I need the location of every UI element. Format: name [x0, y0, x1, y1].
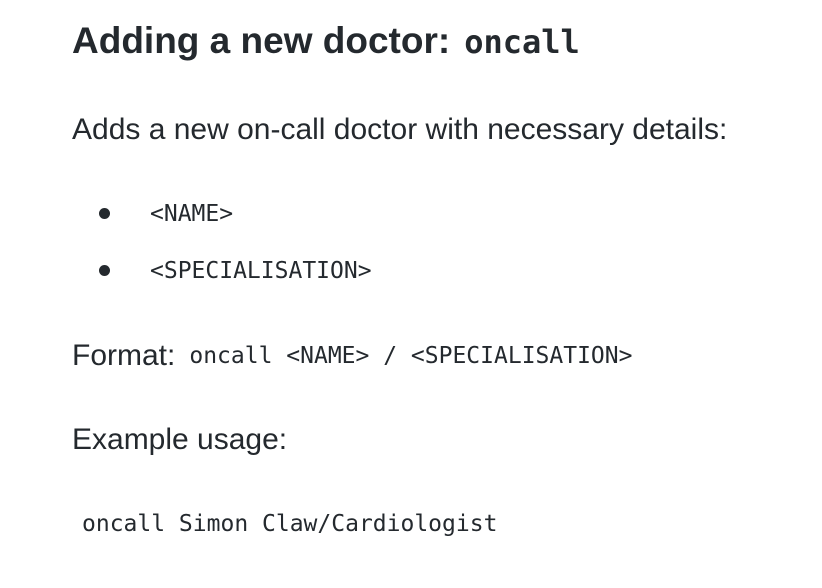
parameter-list: <NAME> <SPECIALISATION>: [72, 192, 372, 306]
description-text: Adds a new on-call doctor with necessary…: [72, 113, 728, 146]
format-line: Format: oncall <NAME> / <SPECIALISATION>: [72, 334, 632, 380]
parameter-specialisation: <SPECIALISATION>: [150, 258, 372, 284]
example-label: Example usage:: [72, 423, 288, 456]
title-text: Adding a new doctor:: [72, 20, 451, 61]
format-label: Format:: [72, 339, 176, 372]
list-item: <NAME>: [72, 192, 372, 249]
parameter-name: <NAME>: [150, 201, 234, 227]
format-code: oncall <NAME> / <SPECIALISATION>: [189, 343, 633, 369]
list-item: <SPECIALISATION>: [72, 249, 372, 306]
bullet-icon: [99, 265, 110, 276]
bullet-icon: [99, 208, 110, 219]
documentation-page: Adding a new doctor: oncall Adds a new on…: [0, 0, 822, 588]
title-command-code: oncall: [464, 23, 580, 61]
example-code-block: oncall Simon Claw/Cardiologist: [82, 511, 498, 537]
page-title: Adding a new doctor: oncall: [72, 14, 580, 69]
